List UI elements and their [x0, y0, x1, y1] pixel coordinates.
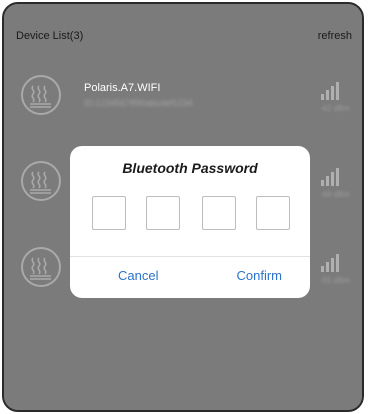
cancel-button[interactable]: Cancel: [118, 268, 158, 283]
signal-bars-icon: [321, 254, 339, 272]
password-input-group: [92, 196, 290, 232]
page-title: Device List(3): [16, 30, 84, 42]
device-name: Polaris.A7.WIFI: [84, 82, 161, 94]
heater-waves-icon: [21, 247, 61, 287]
password-digit-2[interactable]: [146, 196, 180, 230]
device-frame: Device List(3) refresh Polaris.A7.WIFI I…: [2, 2, 364, 412]
dialog-divider: [70, 256, 310, 257]
signal-strength: -55 dBm: [319, 276, 350, 285]
confirm-button[interactable]: Confirm: [236, 268, 282, 283]
device-id: ID:1234567890abcdef1234: [84, 98, 193, 108]
refresh-button[interactable]: refresh: [318, 30, 352, 42]
bluetooth-password-dialog: Bluetooth Password Cancel Confirm: [70, 146, 310, 298]
signal-bars-icon: [321, 82, 339, 100]
password-digit-3[interactable]: [202, 196, 236, 230]
heater-waves-icon: [21, 161, 61, 201]
header: Device List(3) refresh: [4, 4, 362, 70]
password-digit-4[interactable]: [256, 196, 290, 230]
device-list-screen: Device List(3) refresh Polaris.A7.WIFI I…: [4, 4, 362, 410]
signal-bars-icon: [321, 168, 339, 186]
signal-strength: -42 dBm: [319, 104, 350, 113]
password-digit-1[interactable]: [92, 196, 126, 230]
heater-waves-icon: [21, 75, 61, 115]
dialog-title: Bluetooth Password: [122, 160, 258, 176]
signal-strength: -48 dBm: [319, 190, 350, 199]
device-row[interactable]: Polaris.A7.WIFI ID:1234567890abcdef1234 …: [4, 68, 362, 128]
